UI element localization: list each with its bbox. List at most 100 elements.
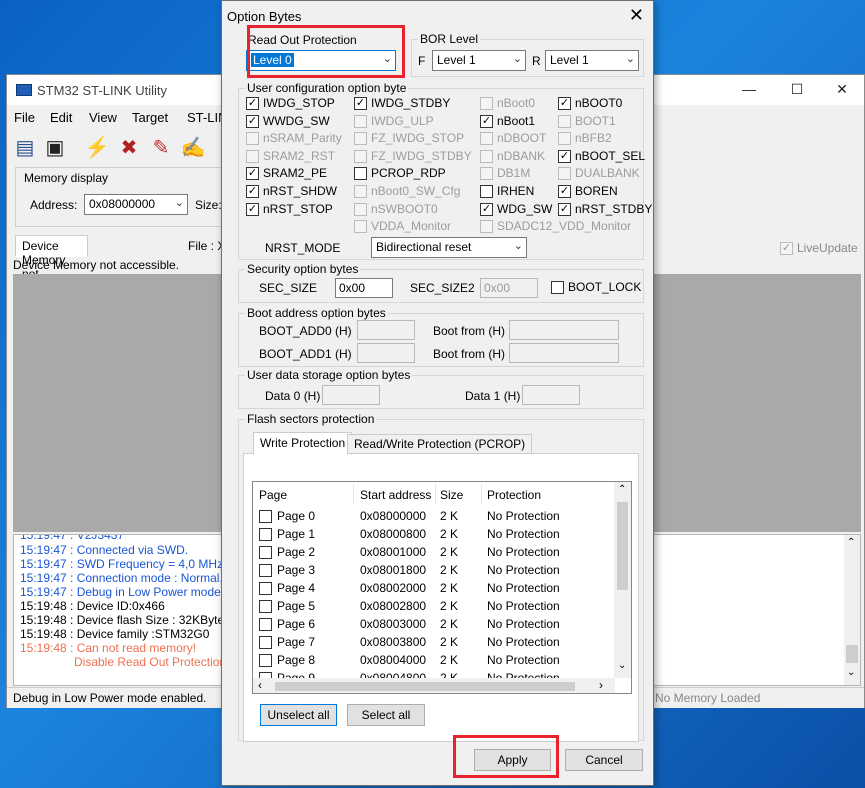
tab-write-protection[interactable]: Write Protection <box>253 432 353 455</box>
col-protection[interactable]: Protection <box>487 488 541 502</box>
col-page[interactable]: Page <box>259 488 287 502</box>
row-checkbox[interactable] <box>259 528 272 541</box>
liveupdate-label: LiveUpdate <box>797 241 858 255</box>
program-icon[interactable]: ✍ <box>179 135 207 161</box>
option-checkbox-label: nRST_SHDW <box>263 184 338 198</box>
unselect-all-button[interactable]: Unselect all <box>260 704 337 726</box>
cell-addr: 0x08002800 <box>360 599 427 613</box>
cell-page: Page 4 <box>277 581 316 595</box>
boot-from1-input[interactable] <box>509 343 619 363</box>
row-checkbox[interactable] <box>259 564 272 577</box>
chevron-down-icon: ⌄ <box>174 197 184 209</box>
table-row[interactable]: Page 6 0x08003000 2 K No Protection <box>253 616 615 634</box>
scroll-up-icon[interactable]: ⌃ <box>618 484 626 495</box>
col-size[interactable]: Size <box>440 488 463 502</box>
select-all-button[interactable]: Select all <box>347 704 425 726</box>
cell-addr: 0x08003000 <box>360 617 427 631</box>
scroll-up-icon[interactable]: ⌃ <box>847 537 855 548</box>
cell-prot: No Protection <box>487 635 560 649</box>
table-row[interactable]: Page 1 0x08000800 2 K No Protection <box>253 526 615 544</box>
checkbox-box <box>480 185 493 198</box>
checkbox-box <box>480 132 493 146</box>
hscroll-thumb[interactable] <box>275 682 575 691</box>
boot-from1-label: Boot from (H) <box>433 347 506 361</box>
cancel-button[interactable]: Cancel <box>565 749 643 771</box>
cell-addr: 0x08003800 <box>360 635 427 649</box>
scroll-thumb[interactable] <box>846 645 858 663</box>
bor-r-select[interactable]: Level 1 ⌄ <box>545 50 639 71</box>
checkmark-icon: ✓ <box>558 149 571 163</box>
list-vscrollbar[interactable]: ⌃ ⌄ <box>614 482 631 678</box>
connect-icon[interactable]: ⚡ <box>83 135 111 161</box>
sec-size-input[interactable]: 0x00 <box>335 278 393 298</box>
cell-prot: No Protection <box>487 653 560 667</box>
checkbox-box <box>558 132 571 146</box>
row-checkbox[interactable] <box>259 618 272 631</box>
menu-file[interactable]: File <box>14 110 35 125</box>
scroll-left-icon[interactable]: ‹ <box>258 678 262 692</box>
boot-add0-input[interactable] <box>357 320 415 340</box>
row-checkbox[interactable] <box>259 546 272 559</box>
cell-prot: No Protection <box>487 509 560 523</box>
row-checkbox[interactable] <box>259 510 272 523</box>
boot-add1-label: BOOT_ADD1 (H) <box>259 347 352 361</box>
option-checkbox-label: nSWBOOT0 <box>371 201 438 216</box>
address-combo[interactable]: 0x08000000 ⌄ <box>84 194 188 215</box>
menu-target[interactable]: Target <box>132 110 168 125</box>
table-row[interactable]: Page 3 0x08001800 2 K No Protection <box>253 562 615 580</box>
boot-from0-input[interactable] <box>509 320 619 340</box>
chevron-down-icon: ⌄ <box>625 53 635 65</box>
row-checkbox[interactable] <box>259 582 272 595</box>
checkmark-icon: ✓ <box>246 185 259 198</box>
row-checkbox[interactable] <box>259 636 272 649</box>
log-line: 15:19:47 : Debug in Low Power mode en <box>20 585 238 599</box>
scroll-down-icon[interactable]: ⌄ <box>847 667 855 678</box>
checkbox-box <box>558 114 571 128</box>
data1-input[interactable] <box>522 385 580 405</box>
checkmark-icon: ✓ <box>480 114 493 128</box>
tab-rw-protection[interactable]: Read/Write Protection (PCROP) <box>347 434 533 454</box>
security-label: Security option bytes <box>245 262 361 276</box>
menu-view[interactable]: View <box>89 110 117 125</box>
user-config-label: User configuration option byte <box>245 81 409 95</box>
erase-icon[interactable]: ✎ <box>147 135 175 161</box>
checkmark-icon: ✓ <box>246 167 259 181</box>
option-checkbox-label: PCROP_RDP <box>371 166 446 181</box>
close-window-button[interactable]: ✕ <box>822 78 862 102</box>
menu-edit[interactable]: Edit <box>50 110 72 125</box>
table-row[interactable]: Page 8 0x08004000 2 K No Protection <box>253 652 615 670</box>
nrst-mode-select[interactable]: Bidirectional reset ⌄ <box>371 237 527 258</box>
table-row[interactable]: Page 4 0x08002000 2 K No Protection <box>253 580 615 598</box>
size-label: Size: <box>195 198 222 212</box>
scroll-thumb[interactable] <box>617 502 628 590</box>
log-scrollbar[interactable]: ⌃ ⌄ <box>844 535 860 685</box>
col-start-address[interactable]: Start address <box>360 488 431 502</box>
table-row[interactable]: Page 2 0x08001000 2 K No Protection <box>253 544 615 562</box>
row-checkbox[interactable] <box>259 654 272 667</box>
disconnect-icon[interactable]: ✖ <box>115 135 143 161</box>
maximize-button[interactable]: ☐ <box>777 78 817 102</box>
log-line: 15:19:48 : Device ID:0x466 <box>20 599 165 613</box>
list-hscrollbar[interactable]: ‹ › <box>253 678 615 693</box>
row-checkbox[interactable] <box>259 600 272 613</box>
tab-device-memory[interactable]: Device Memory not accessible. <box>15 235 89 295</box>
scroll-right-icon[interactable]: › <box>599 678 603 692</box>
nrst-mode-value: Bidirectional reset <box>376 240 472 254</box>
table-row[interactable]: Page 0 0x08000000 2 K No Protection <box>253 508 615 526</box>
bor-f-select[interactable]: Level 1 ⌄ <box>432 50 526 71</box>
data0-input[interactable] <box>322 385 380 405</box>
sec-size2-input[interactable]: 0x00 <box>480 278 538 298</box>
minimize-button[interactable]: — <box>729 78 769 102</box>
save-icon[interactable]: ▣ <box>41 135 69 161</box>
close-icon[interactable]: ✕ <box>629 5 644 26</box>
table-row[interactable]: Page 7 0x08003800 2 K No Protection <box>253 634 615 652</box>
cell-prot: No Protection <box>487 581 560 595</box>
nrst-mode-label: NRST_MODE <box>265 241 341 255</box>
boot-add1-input[interactable] <box>357 343 415 363</box>
table-row[interactable]: Page 5 0x08002800 2 K No Protection <box>253 598 615 616</box>
scroll-down-icon[interactable]: ⌄ <box>618 660 626 671</box>
print-icon[interactable]: ▤ <box>11 135 39 161</box>
checkbox-box <box>480 149 493 163</box>
dialog-title: Option Bytes <box>227 9 302 24</box>
cell-size: 2 K <box>440 581 459 595</box>
